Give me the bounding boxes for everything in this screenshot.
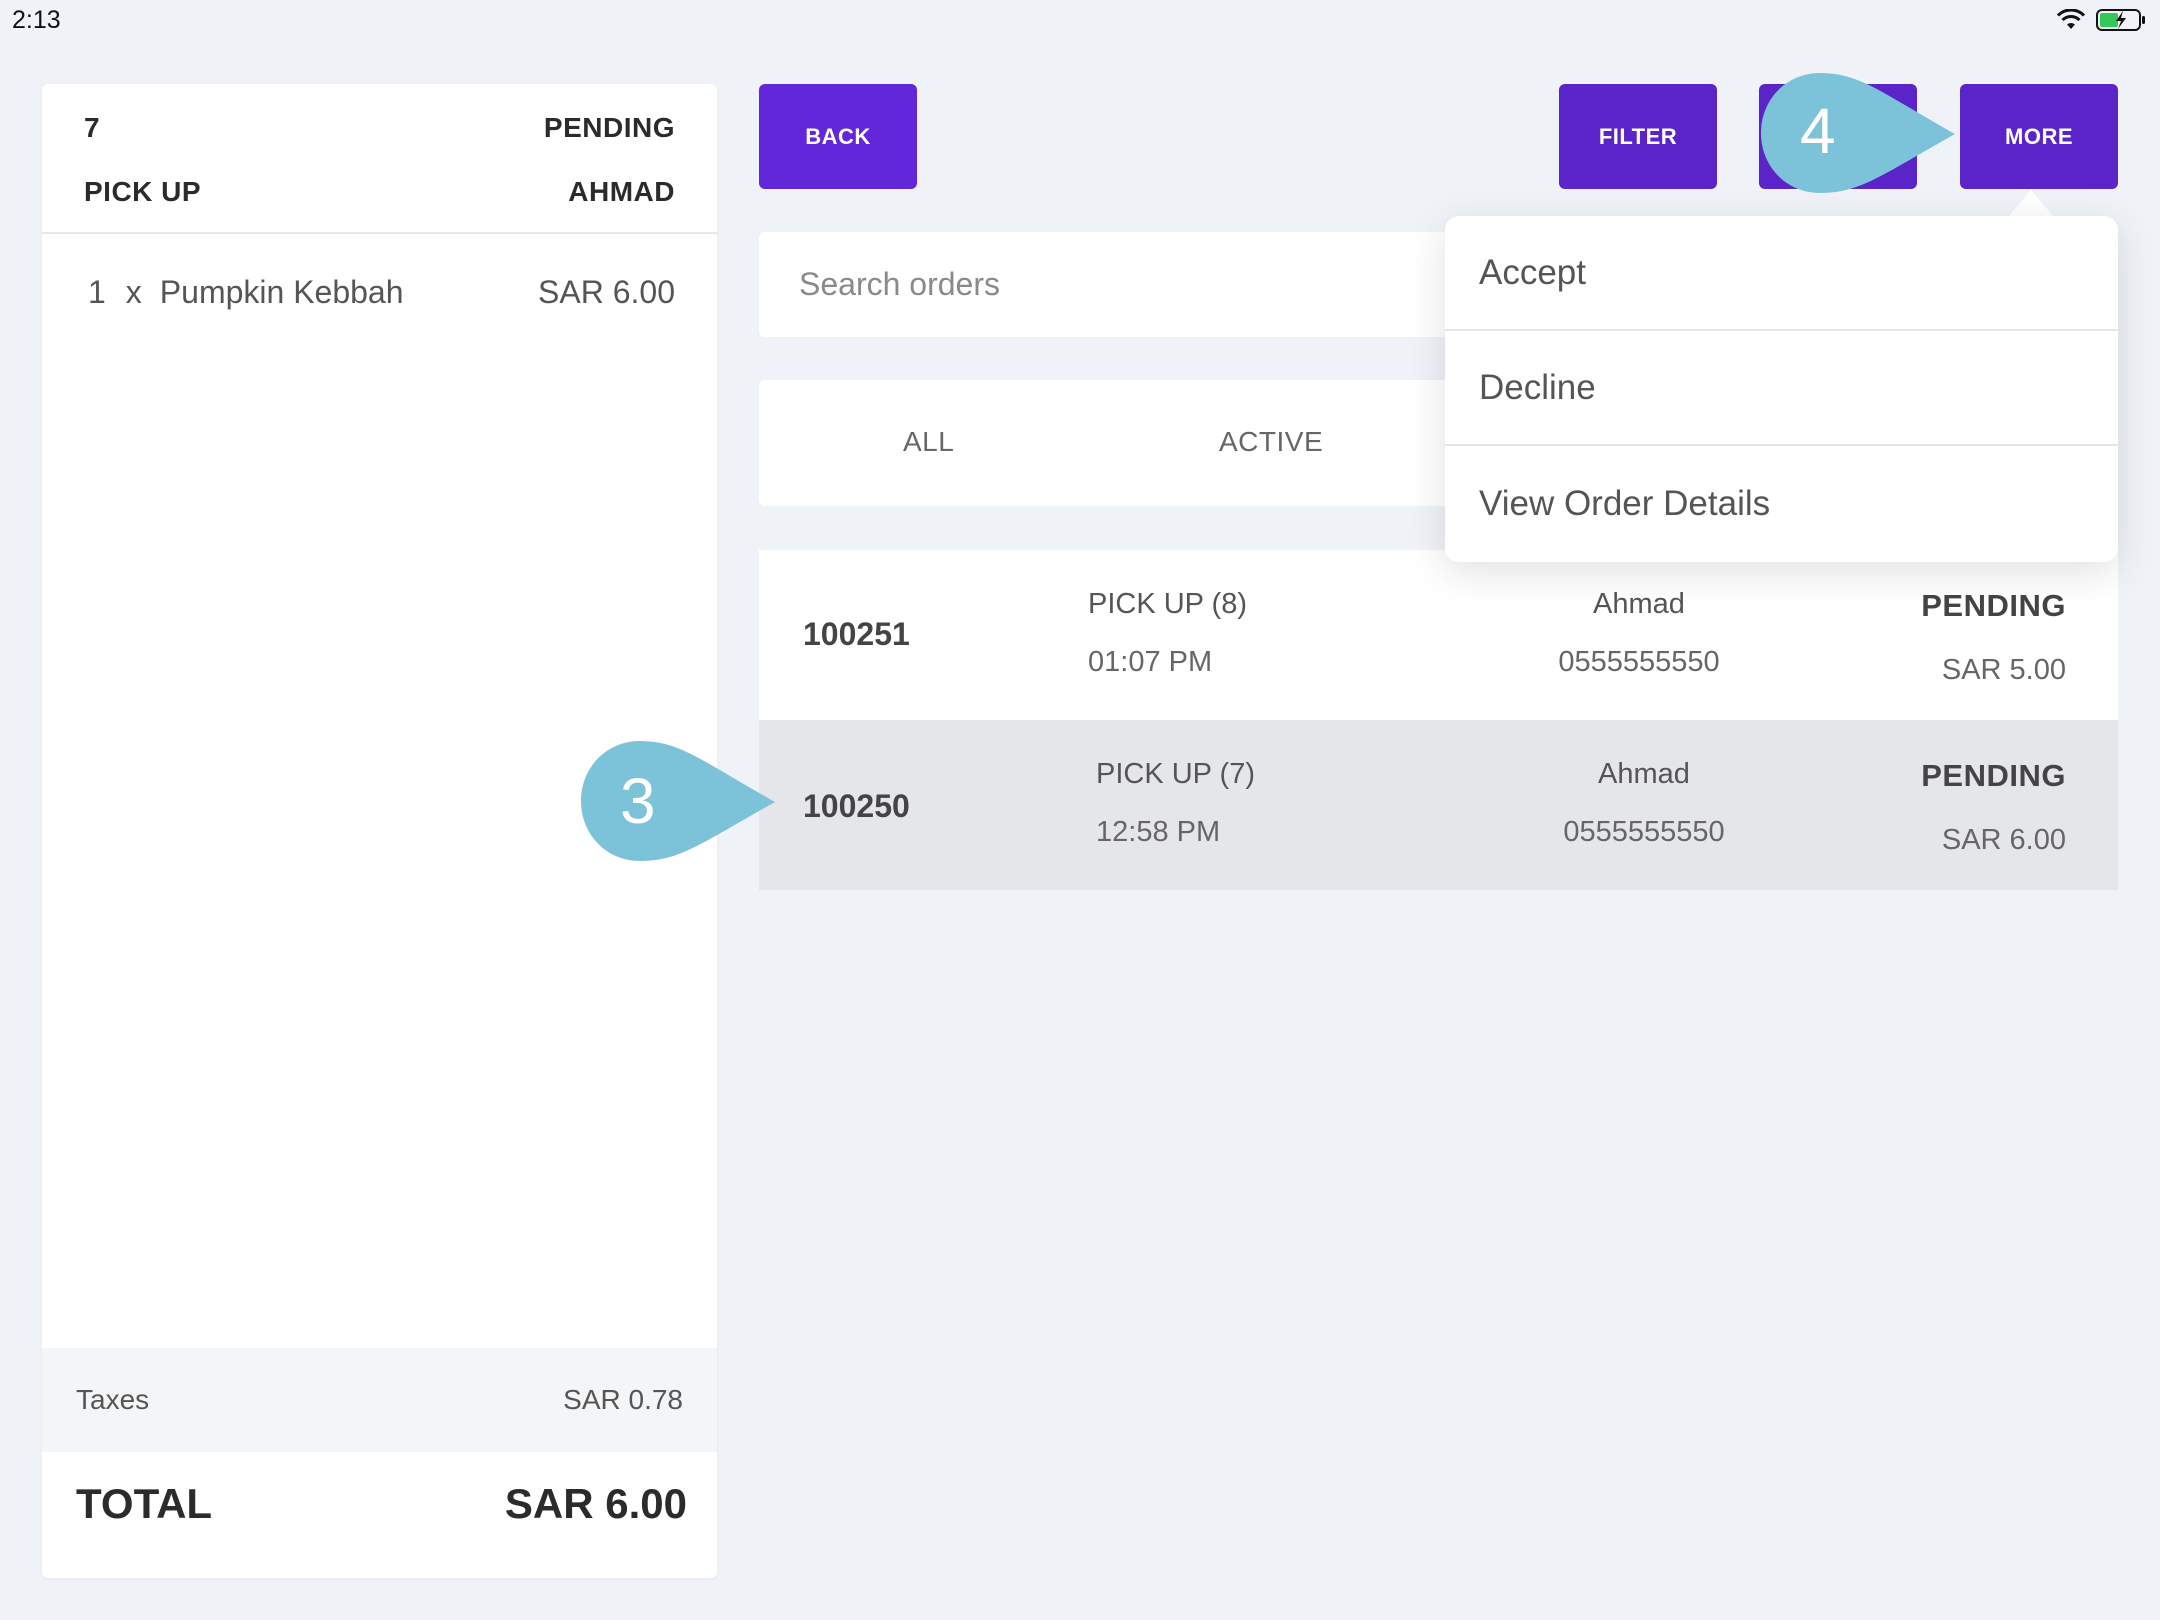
menu-item-view-order-details[interactable]: View Order Details	[1445, 446, 2118, 561]
order-price: SAR 5.00	[1941, 654, 2066, 686]
battery-icon	[2096, 9, 2145, 31]
total-row: TOTAL SAR 6.00	[42, 1464, 717, 1544]
order-row[interactable]: 100251 PICK UP (8) 01:07 PM Ahmad 055555…	[759, 550, 2118, 720]
callout-marker-4: 4	[1760, 72, 1960, 194]
filter-button[interactable]: FILTER	[1559, 84, 1717, 189]
item-qty: 1	[88, 274, 106, 310]
tab-active[interactable]: ACTIVE	[1219, 426, 1323, 458]
callout-pin-icon	[1761, 73, 1955, 193]
status-icons	[2056, 8, 2146, 32]
back-button[interactable]: BACK	[759, 84, 917, 189]
item-name: Pumpkin Kebbah	[159, 274, 404, 310]
order-type: PICK UP	[84, 176, 202, 207]
order-time: 01:07 PM	[1088, 646, 1213, 678]
customer-phone: 0555555550	[1563, 816, 1725, 848]
menu-item-accept[interactable]: Accept	[1445, 216, 2118, 331]
order-type: PICK UP (8)	[1088, 588, 1248, 620]
customer-name: Ahmad	[1598, 758, 1690, 790]
order-status: PENDING	[1921, 588, 2066, 623]
taxes-label: Taxes	[76, 1384, 150, 1415]
more-button[interactable]: MORE	[1960, 84, 2118, 189]
taxes-value: SAR 0.78	[563, 1384, 683, 1415]
customer-name: Ahmad	[1593, 588, 1685, 620]
status-time: 2:13	[12, 6, 61, 34]
order-type: PICK UP (7)	[1096, 758, 1256, 790]
item-multiplier: x	[125, 274, 142, 310]
order-status: PENDING	[1921, 758, 2066, 793]
customer-phone: 0555555550	[1558, 646, 1720, 678]
order-price: SAR 6.00	[1941, 824, 2066, 856]
wifi-icon	[2056, 9, 2086, 29]
order-time: 12:58 PM	[1096, 816, 1221, 848]
orders-list: 100251 PICK UP (8) 01:07 PM Ahmad 055555…	[759, 550, 2118, 890]
taxes-row: Taxes SAR 0.78	[42, 1348, 717, 1452]
order-detail-header: 7 PENDING PICK UP AHMAD	[42, 84, 717, 234]
more-menu-list: Accept Decline View Order Details	[1445, 216, 2118, 562]
order-customer: AHMAD	[568, 176, 675, 207]
item-price: SAR 6.00	[538, 274, 675, 310]
callout-pin-icon	[581, 741, 775, 861]
tab-all[interactable]: ALL	[903, 426, 954, 458]
order-number: 7	[84, 112, 101, 143]
order-status: PENDING	[543, 112, 675, 143]
menu-item-decline[interactable]: Decline	[1445, 331, 2118, 446]
callout-number: 4	[1800, 95, 1836, 167]
order-row[interactable]: 100250 PICK UP (7) 12:58 PM Ahmad 055555…	[759, 720, 2118, 890]
order-id: 100250	[803, 788, 910, 824]
callout-number: 3	[620, 765, 656, 837]
order-id: 100251	[803, 616, 910, 652]
total-label: TOTAL	[76, 1480, 213, 1527]
order-line-item: 1 x Pumpkin Kebbah SAR 6.00	[88, 274, 675, 311]
total-value: SAR 6.00	[504, 1480, 687, 1527]
callout-marker-3: 3	[580, 740, 780, 862]
menu-pointer	[2009, 190, 2053, 216]
